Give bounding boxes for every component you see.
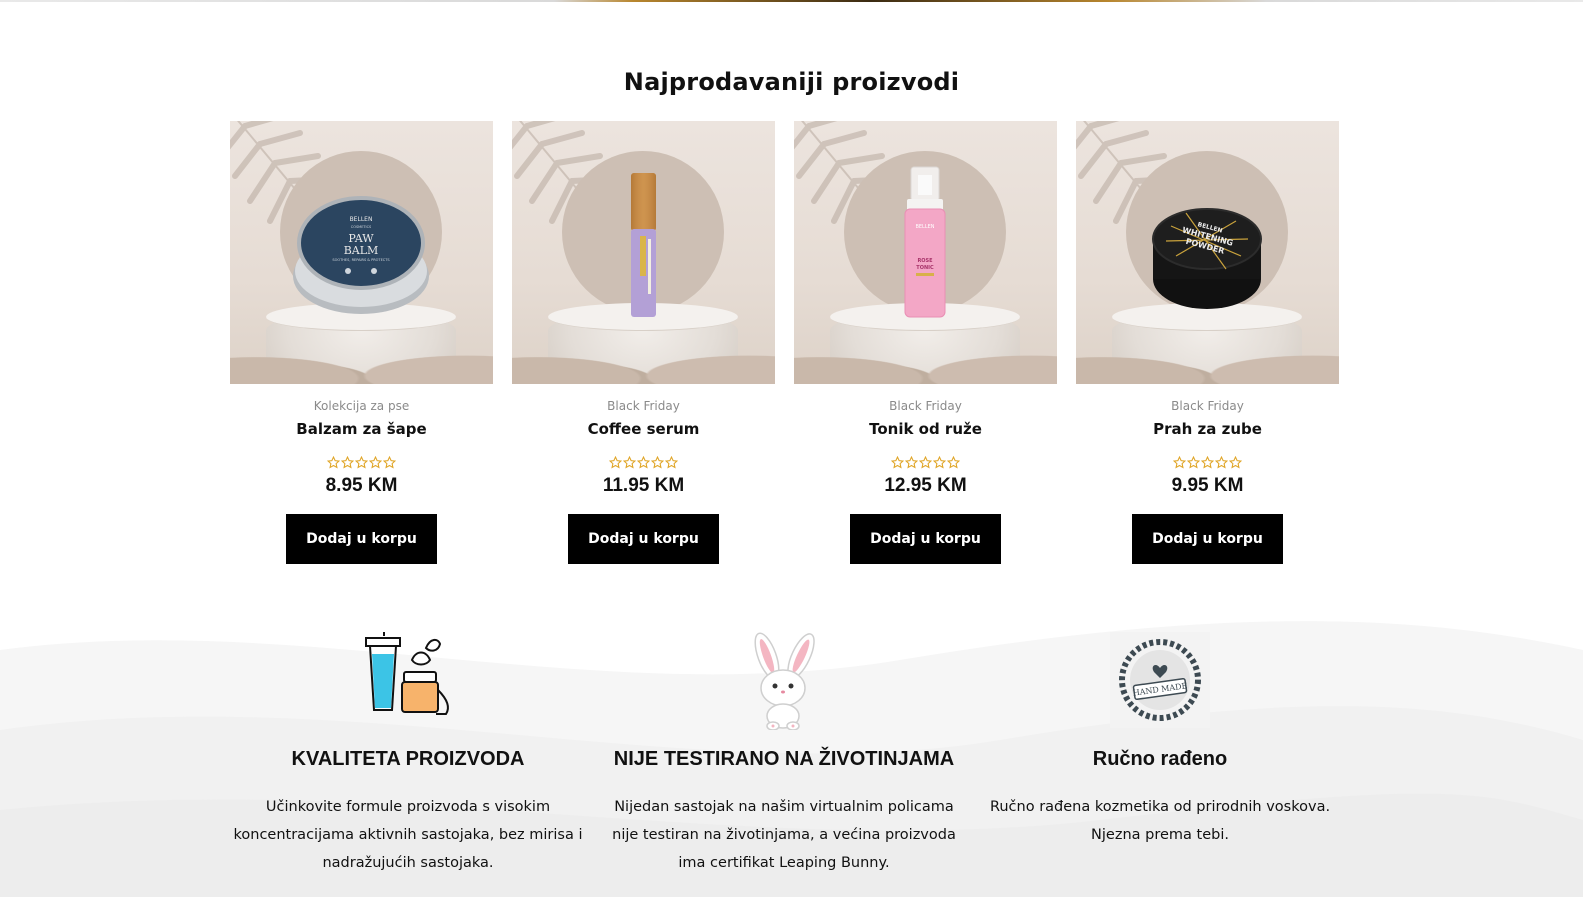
star-outline-icon <box>623 456 636 469</box>
rose-tonic-bottle: BELLEN ROSE TONIC <box>904 166 946 318</box>
product-category-link[interactable]: Black Friday <box>794 399 1057 413</box>
star-outline-icon <box>905 456 918 469</box>
product-card: BELLEN WHITENING POWDER Black Friday Pra… <box>1076 121 1339 571</box>
product-name-link[interactable]: Tonik od ruže <box>794 420 1057 438</box>
add-to-cart-button[interactable]: Dodaj u korpu <box>286 514 437 564</box>
product-card: BELLEN COSMETICS PAW BALM SOOTHES, REPAI… <box>230 121 493 571</box>
feature-handmade: HAND MADE Ručno rađeno Ručno rađena kozm… <box>980 620 1340 849</box>
add-to-cart-button[interactable]: Dodaj u korpu <box>568 514 719 564</box>
star-outline-icon <box>1173 456 1186 469</box>
svg-text:TONIC: TONIC <box>916 265 934 271</box>
feature-title: KVALITETA PROIZVODA <box>291 748 525 770</box>
star-outline-icon <box>947 456 960 469</box>
product-name-link[interactable]: Prah za zube <box>1076 420 1339 438</box>
product-category-link[interactable]: Kolekcija za pse <box>230 399 493 413</box>
svg-text:ROSE: ROSE <box>917 258 933 264</box>
star-outline-icon <box>919 456 932 469</box>
bunny-icon <box>754 632 815 730</box>
star-outline-icon <box>1201 456 1214 469</box>
svg-text:SOOTHES, REPAIRS & PROTECTS: SOOTHES, REPAIRS & PROTECTS <box>332 258 390 262</box>
star-outline-icon <box>637 456 650 469</box>
star-rating <box>230 456 493 470</box>
star-outline-icon <box>1187 456 1200 469</box>
paw-balm-tin: BELLEN COSMETICS PAW BALM SOOTHES, REPAI… <box>293 196 429 314</box>
product-image[interactable]: BELLEN ROSE TONIC <box>794 121 1057 384</box>
star-outline-icon <box>369 456 382 469</box>
add-to-cart-button[interactable]: Dodaj u korpu <box>1132 514 1283 564</box>
feature-description: Nijedan sastojak na našim virtualnim pol… <box>612 799 956 871</box>
feature-description: Učinkovite formule proizvoda s visokim k… <box>233 799 583 871</box>
svg-text:BELLEN: BELLEN <box>915 224 934 230</box>
star-outline-icon <box>1229 456 1242 469</box>
product-card: Black Friday Coffee serum 11.95 KM Dodaj… <box>512 121 775 571</box>
product-category-link[interactable]: Black Friday <box>512 399 775 413</box>
product-price: 9.95 KM <box>1171 475 1244 496</box>
product-image[interactable]: BELLEN WHITENING POWDER <box>1076 121 1339 384</box>
coffee-serum-bottle <box>631 173 656 317</box>
feature-quality: KVALITETA PROIZVODA Učinkovite formule p… <box>228 620 588 877</box>
star-outline-icon <box>341 456 354 469</box>
product-image[interactable] <box>512 121 775 384</box>
star-outline-icon <box>355 456 368 469</box>
svg-text:BALM: BALM <box>344 244 379 257</box>
product-card: BELLEN ROSE TONIC Black Friday Tonik od … <box>794 121 1057 571</box>
feature-cruelty-free: NIJE TESTIRANO NA ŽIVOTINJAMA Nijedan sa… <box>604 620 964 877</box>
feature-title: NIJE TESTIRANO NA ŽIVOTINJAMA <box>613 748 955 770</box>
star-outline-icon <box>609 456 622 469</box>
product-price: 12.95 KM <box>884 475 967 496</box>
feature-title: Ručno rađeno <box>1092 748 1228 770</box>
product-category-link[interactable]: Black Friday <box>1076 399 1339 413</box>
features-section: KVALITETA PROIZVODA Učinkovite formule p… <box>0 620 1583 897</box>
svg-text:COSMETICS: COSMETICS <box>351 225 372 229</box>
star-rating <box>512 456 775 470</box>
product-grid: BELLEN COSMETICS PAW BALM SOOTHES, REPAI… <box>230 121 1340 581</box>
product-price: 8.95 KM <box>325 475 398 496</box>
cosmetics-icon <box>365 632 449 715</box>
handmade-badge-icon: HAND MADE <box>1110 632 1210 728</box>
svg-text:BELLEN: BELLEN <box>350 216 373 223</box>
star-rating <box>794 456 1057 470</box>
section-title: Najprodavaniji proizvodi <box>623 68 960 96</box>
product-name-link[interactable]: Coffee serum <box>512 420 775 438</box>
star-outline-icon <box>891 456 904 469</box>
star-outline-icon <box>665 456 678 469</box>
star-outline-icon <box>327 456 340 469</box>
feature-description: Ručno rađena kozmetika od prirodnih vosk… <box>989 799 1331 843</box>
star-rating <box>1076 456 1339 470</box>
product-name-link[interactable]: Balzam za šape <box>230 420 493 438</box>
star-outline-icon <box>1215 456 1228 469</box>
top-image-strip <box>0 0 1583 2</box>
product-image[interactable]: BELLEN COSMETICS PAW BALM SOOTHES, REPAI… <box>230 121 493 384</box>
product-price: 11.95 KM <box>602 475 685 496</box>
add-to-cart-button[interactable]: Dodaj u korpu <box>850 514 1001 564</box>
star-outline-icon <box>933 456 946 469</box>
star-outline-icon <box>651 456 664 469</box>
star-outline-icon <box>383 456 396 469</box>
whitening-powder-jar: BELLEN WHITENING POWDER <box>1152 208 1262 309</box>
